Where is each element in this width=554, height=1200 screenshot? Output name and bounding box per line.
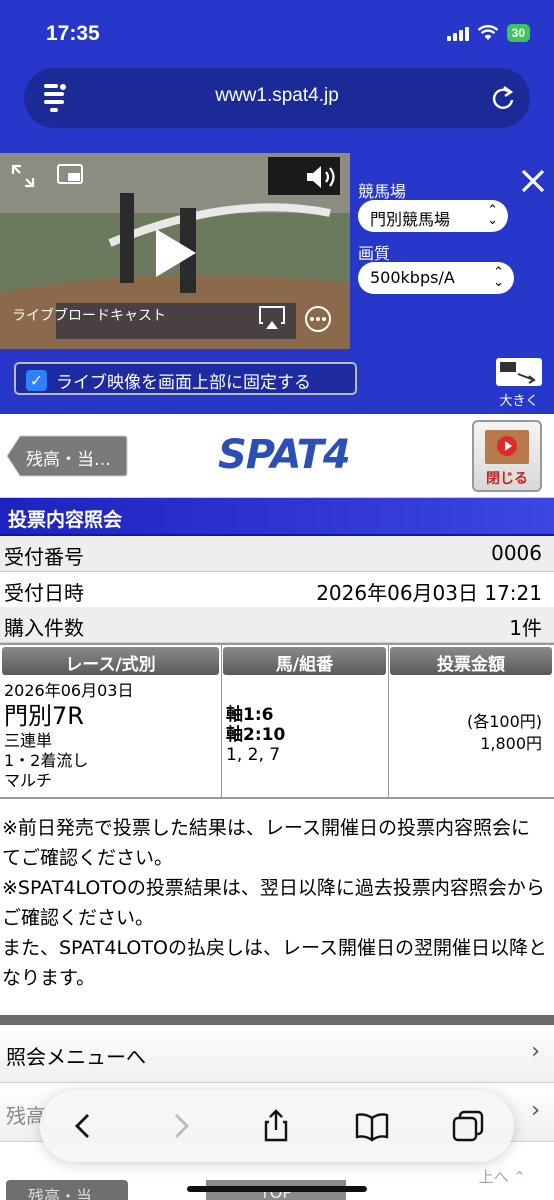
bet-method: 1・2着流し xyxy=(4,751,89,770)
info-key: 購入件数 xyxy=(4,616,84,640)
chevron-updown-icon: ⌃ ⌄ xyxy=(493,265,504,290)
info-key: 受付番号 xyxy=(4,545,84,569)
combination-cell: 軸1:6 軸2:10 1, 2, 7 xyxy=(226,705,285,765)
column-header-amount: 投票金額 xyxy=(390,647,552,675)
race-name: 門別7R xyxy=(4,702,84,730)
unit-amount: (各100円) xyxy=(466,712,542,731)
axis-2: 軸2:10 xyxy=(226,725,286,745)
race-cell: 2026年06月03日 門別7R 三連単 1・2着流し マルチ xyxy=(4,677,220,791)
info-value: 2026年06月03日 17:21 xyxy=(316,581,542,605)
close-video-label: 閉じる xyxy=(486,471,528,487)
browser-toolbar xyxy=(40,1090,514,1162)
status-icons: 30 xyxy=(446,24,530,42)
column-divider xyxy=(221,645,222,799)
close-video-icon[interactable] xyxy=(516,164,550,198)
reload-icon[interactable] xyxy=(490,84,516,112)
chevron-right-icon: › xyxy=(531,1098,540,1123)
home-indicator xyxy=(187,1186,367,1192)
footer-back-button[interactable]: 残高・当… xyxy=(6,1180,128,1200)
race-date: 2026年06月03日 xyxy=(4,681,134,700)
notes: ※前日発売で投票した結果は、レース開催日の投票内容照会にてご確認ください。 ※S… xyxy=(0,813,554,993)
broadcast-caption: ライブブロードキャスト xyxy=(12,308,166,324)
video-player[interactable]: ライブブロードキャスト xyxy=(0,153,350,349)
play-icon[interactable] xyxy=(146,225,202,281)
bookmarks-icon[interactable] xyxy=(354,1108,390,1144)
bet-option: マルチ xyxy=(4,771,53,790)
divider xyxy=(0,1015,554,1025)
pin-video-checkbox[interactable]: ✓ ライブ映像を画面上部に固定する xyxy=(14,362,357,395)
enlarge-video-button[interactable]: 大きく xyxy=(492,356,546,410)
back-icon[interactable] xyxy=(66,1108,102,1144)
url-text[interactable]: www1.spat4.jp xyxy=(24,85,530,107)
inquiry-menu-label: 照会メニューへ xyxy=(6,1045,146,1069)
play-icon xyxy=(497,436,517,456)
track-select-value: 門別競馬場 xyxy=(370,210,451,229)
bet-type: 三連単 xyxy=(4,731,53,750)
column-header-combination: 馬/組番 xyxy=(223,647,386,675)
forward-icon[interactable] xyxy=(162,1108,198,1144)
enlarge-label: 大きく xyxy=(499,394,539,409)
track-label: 競馬場 xyxy=(358,182,407,201)
info-value: 1件 xyxy=(509,616,542,640)
back-button-label: 残高・当… xyxy=(26,450,111,470)
amount-cell: (各100円) 1,800円 xyxy=(467,711,542,755)
pin-video-label: ライブ映像を画面上部に固定する xyxy=(56,373,311,393)
column-divider xyxy=(388,645,389,799)
close-video-button[interactable]: 閉じる xyxy=(472,420,542,492)
inquiry-menu-link[interactable]: 照会メニューへ › xyxy=(0,1025,554,1083)
info-row-purchase-count: 購入件数 1件 xyxy=(0,607,554,643)
checkmark-icon: ✓ xyxy=(26,370,47,391)
info-key: 受付日時 xyxy=(4,581,84,605)
partner-horses: 1, 2, 7 xyxy=(226,745,281,765)
quality-select-value: 500kbps/A xyxy=(370,268,455,287)
volume-icon[interactable] xyxy=(304,163,340,191)
video-panel: 17:35 30 www1.spat4.jp ライブブロードキャスト 競馬場 門… xyxy=(0,0,554,414)
scroll-up-label: 上へ xyxy=(478,1168,509,1186)
spat4-logo: SPAT4 xyxy=(218,432,351,478)
tabs-icon[interactable] xyxy=(450,1108,486,1144)
info-row-receipt-number: 受付番号 0006 xyxy=(0,536,554,572)
wifi-icon xyxy=(477,25,499,41)
note-item: また、SPAT4LOTOの払戻しは、レース開催日の翌開催日以降となります。 xyxy=(2,937,547,989)
scroll-up-link[interactable]: 上へ ⌃ xyxy=(479,1166,526,1187)
column-header-race: レース/式別 xyxy=(2,647,219,675)
info-value: 0006 xyxy=(491,541,542,565)
cellular-signal-icon xyxy=(446,25,469,41)
note-item: ※SPAT4LOTOの投票結果は、翌日以降に過去投票内容照会からご確認ください。 xyxy=(2,877,545,929)
track-select[interactable]: 門別競馬場 ⌃ ⌄ xyxy=(358,200,508,232)
bet-table: レース/式別 馬/組番 投票金額 2026年06月03日 門別7R 三連単 1・… xyxy=(0,643,554,799)
enlarge-icon xyxy=(496,358,542,386)
chevron-right-icon: › xyxy=(531,1039,540,1064)
picture-in-picture-icon[interactable] xyxy=(56,163,84,187)
status-bar: 17:35 30 xyxy=(0,0,554,64)
expand-icon[interactable] xyxy=(10,163,36,189)
page-footer: 残高・当… TOP 上へ ⌃ xyxy=(0,1162,554,1200)
back-button[interactable]: 残高・当… xyxy=(6,435,128,477)
address-bar[interactable]: www1.spat4.jp xyxy=(24,68,530,128)
more-options-icon[interactable] xyxy=(304,305,332,333)
airplay-icon[interactable] xyxy=(258,305,286,331)
quality-select[interactable]: 500kbps/A ⌃ ⌄ xyxy=(358,262,514,294)
battery-icon: 30 xyxy=(506,24,530,42)
note-item: ※前日発売で投票した結果は、レース開催日の投票内容照会にてご確認ください。 xyxy=(2,817,530,869)
chevron-updown-icon: ⌃ ⌄ xyxy=(487,203,498,228)
share-icon[interactable] xyxy=(258,1108,294,1144)
total-amount: 1,800円 xyxy=(480,734,542,753)
section-title: 投票内容照会 xyxy=(0,498,554,536)
info-row-receipt-datetime: 受付日時 2026年06月03日 17:21 xyxy=(0,572,554,608)
status-time: 17:35 xyxy=(46,22,100,45)
axis-1: 軸1:6 xyxy=(226,705,274,725)
page-header: 残高・当… SPAT4 閉じる xyxy=(0,414,554,498)
quality-label: 画質 xyxy=(358,244,391,263)
